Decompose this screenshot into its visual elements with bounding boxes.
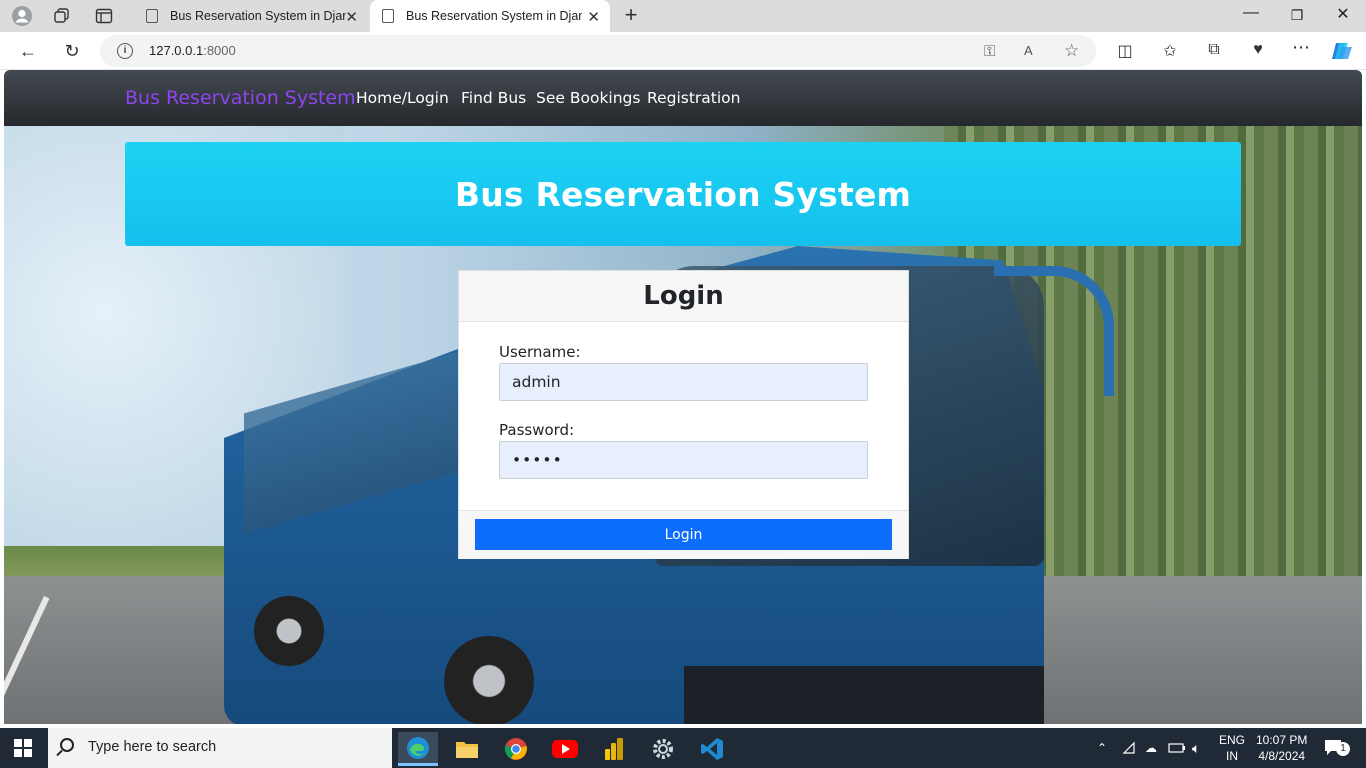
- split-screen-icon[interactable]: ◫: [1114, 41, 1136, 61]
- browser-tab-active[interactable]: Bus Reservation System in Django ✕: [370, 0, 610, 32]
- youtube-icon[interactable]: [545, 732, 585, 766]
- new-tab-icon[interactable]: +: [618, 2, 644, 28]
- nav-link-home-login[interactable]: Home/Login: [356, 89, 449, 107]
- close-tab-icon[interactable]: ✕: [587, 8, 600, 26]
- close-window-icon[interactable]: ✕: [1328, 4, 1358, 24]
- login-title: Login: [643, 281, 724, 311]
- login-card-footer: Login: [459, 510, 908, 559]
- web-page: Bus Reservation System Home/Login Find B…: [4, 70, 1362, 724]
- search-icon: [60, 738, 74, 752]
- clock[interactable]: 10:07 PM 4/8/2024: [1256, 728, 1307, 768]
- copilot-icon[interactable]: [1331, 41, 1353, 66]
- login-card: Login Username: Password: Login: [458, 270, 909, 559]
- jumbotron: Bus Reservation System: [125, 142, 1241, 246]
- vscode-icon[interactable]: [692, 732, 732, 766]
- page-heading: Bus Reservation System: [454, 174, 912, 214]
- url-text[interactable]: 127.0.0.1:8000: [149, 43, 236, 58]
- cloud-icon[interactable]: ☁: [1145, 728, 1157, 768]
- password-label: Password:: [499, 421, 575, 439]
- battery-icon[interactable]: [1168, 728, 1186, 768]
- file-explorer-icon[interactable]: [447, 732, 487, 766]
- restore-icon[interactable]: ❐: [1282, 7, 1312, 24]
- password-field[interactable]: [499, 441, 868, 479]
- power-bi-icon[interactable]: [594, 732, 634, 766]
- chrome-icon[interactable]: [496, 732, 536, 766]
- refresh-icon[interactable]: ↻: [57, 38, 87, 64]
- info-icon[interactable]: i: [117, 43, 133, 59]
- favorite-star-icon[interactable]: ☆: [1064, 41, 1079, 61]
- more-icon[interactable]: ⋯: [1290, 37, 1312, 58]
- username-label: Username:: [499, 343, 581, 361]
- back-icon[interactable]: ←: [13, 38, 43, 64]
- read-aloud-icon[interactable]: A: [1024, 43, 1033, 58]
- browser-essentials-icon[interactable]: ♥: [1247, 41, 1269, 59]
- search-placeholder: Type here to search: [88, 739, 217, 755]
- navbar-brand[interactable]: Bus Reservation System: [125, 87, 356, 109]
- tab-title: Bus Reservation System in Django: [170, 9, 346, 23]
- taskbar: Type here to search ⌃ ☁ 🔈︎ ENG IN 10:07 …: [0, 728, 1366, 768]
- notification-count: 1: [1336, 742, 1350, 756]
- clock-time: 10:07 PM: [1256, 733, 1308, 747]
- login-card-header: Login: [459, 271, 908, 322]
- region-text: IN: [1226, 749, 1238, 763]
- document-icon: [146, 9, 158, 23]
- language-indicator[interactable]: ENG IN: [1219, 728, 1245, 768]
- tab-title: Bus Reservation System in Django: [406, 9, 582, 23]
- show-hidden-icons[interactable]: ⌃: [1097, 728, 1107, 768]
- address-bar[interactable]: i 127.0.0.1:8000 ⚿ A ☆: [100, 35, 1096, 67]
- browser-tab[interactable]: Bus Reservation System in Django ✕: [134, 0, 368, 32]
- username-field[interactable]: [499, 363, 868, 401]
- key-icon[interactable]: ⚿: [984, 43, 995, 60]
- browser-tab-strip: Bus Reservation System in Django ✕ Bus R…: [0, 0, 1366, 32]
- taskbar-search[interactable]: Type here to search: [48, 728, 392, 768]
- navbar: Bus Reservation System Home/Login Find B…: [4, 70, 1362, 126]
- nav-link-registration[interactable]: Registration: [647, 89, 740, 107]
- edge-icon[interactable]: [398, 732, 438, 766]
- clock-date: 4/8/2024: [1258, 749, 1306, 763]
- favorites-icon[interactable]: ✩: [1159, 41, 1181, 61]
- address-bar-row: ← ↻ i 127.0.0.1:8000 ⚿ A ☆ ◫ ✩ ⧉ ♥ ⋯: [0, 32, 1366, 70]
- workspaces-icon[interactable]: [46, 3, 78, 29]
- language-text: ENG: [1219, 733, 1246, 747]
- volume-icon[interactable]: 🔈︎: [1192, 728, 1200, 768]
- nav-link-find-bus[interactable]: Find Bus: [461, 89, 526, 107]
- nav-link-see-bookings[interactable]: See Bookings: [536, 89, 640, 107]
- settings-icon[interactable]: [643, 732, 683, 766]
- document-icon: [382, 9, 394, 23]
- close-tab-icon[interactable]: ✕: [345, 8, 358, 26]
- profile-icon[interactable]: [6, 3, 38, 29]
- tab-actions-icon[interactable]: [88, 3, 120, 29]
- login-button[interactable]: Login: [475, 519, 892, 550]
- network-icon[interactable]: [1122, 728, 1138, 768]
- collections-icon[interactable]: ⧉: [1203, 41, 1225, 59]
- windows-start-icon[interactable]: [14, 739, 32, 757]
- notification-icon[interactable]: 1: [1324, 728, 1350, 768]
- minimize-icon[interactable]: —: [1236, 4, 1266, 22]
